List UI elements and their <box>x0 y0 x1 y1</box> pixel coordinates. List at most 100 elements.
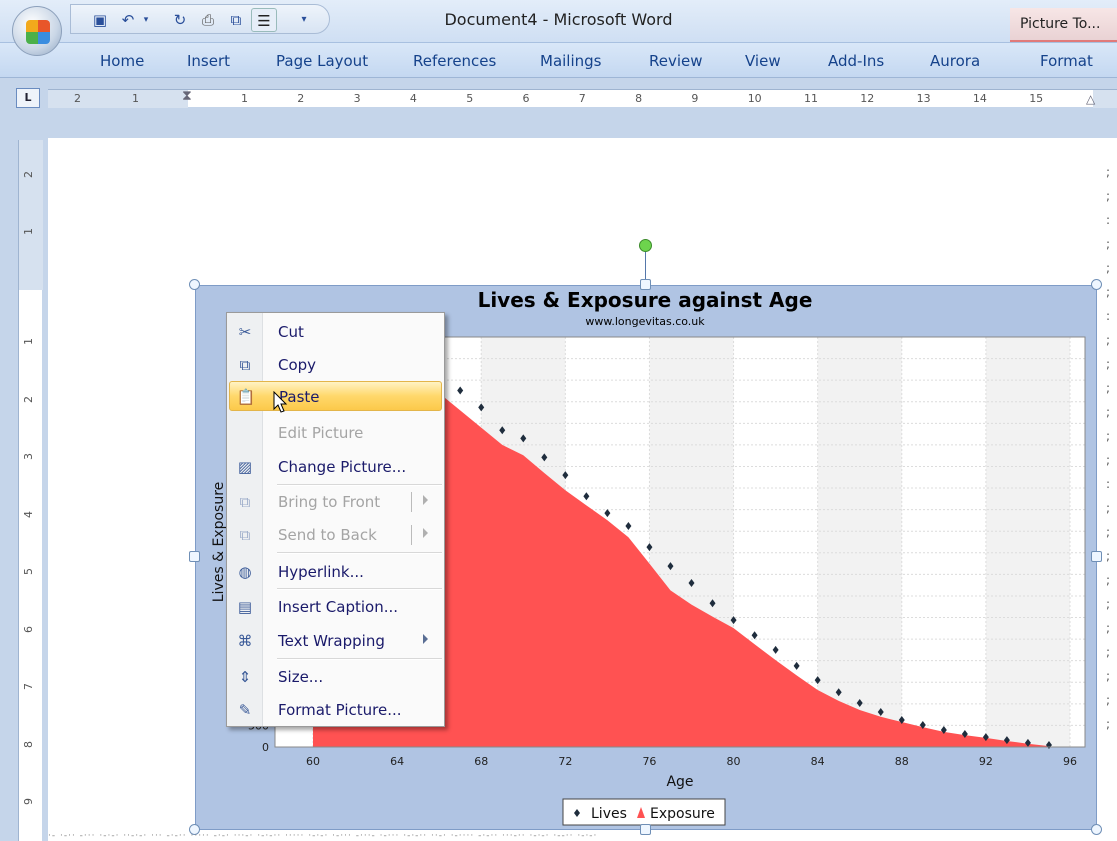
x-tick-label: 60 <box>306 755 320 768</box>
indent-marker-icon[interactable]: ⧗ <box>182 88 192 104</box>
format-picture-icon: ✎ <box>238 701 252 719</box>
size-icon: ⇕ <box>238 668 252 686</box>
picture-tools-contextual-tab[interactable]: Picture To... <box>1010 8 1117 42</box>
resize-handle-right[interactable] <box>1091 551 1102 562</box>
mouse-cursor-icon <box>273 391 288 413</box>
tab-view[interactable]: View <box>745 52 781 70</box>
tab-insert[interactable]: Insert <box>187 52 230 70</box>
menu-item-format-picture[interactable]: ✎ Format Picture... <box>229 695 442 725</box>
tab-references[interactable]: References <box>413 52 496 70</box>
x-tick-label: 80 <box>727 755 741 768</box>
bring-to-front-icon: ⧉ <box>239 493 251 511</box>
text-wrapping-icon: ⌘ <box>237 632 253 650</box>
paste-icon: 📋 <box>236 388 256 406</box>
menu-item-hyperlink[interactable]: ◍ Hyperlink... <box>229 557 442 587</box>
resize-handle-left[interactable] <box>189 551 200 562</box>
menu-item-label: Format Picture... <box>278 701 402 719</box>
menu-item-label: Hyperlink... <box>278 563 364 581</box>
ruler-number: 11 <box>804 92 818 105</box>
ribbon-tabs: Home Insert Page Layout References Maili… <box>0 42 1117 78</box>
x-tick-label: 84 <box>811 755 825 768</box>
ruler-number: 8 <box>22 740 35 748</box>
tab-review[interactable]: Review <box>649 52 703 70</box>
ruler-number: 2 <box>22 171 35 178</box>
menu-item-label: Bring to Front <box>278 493 381 511</box>
menu-separator <box>277 588 442 590</box>
tab-home[interactable]: Home <box>100 52 144 70</box>
ruler-number: 1 <box>132 92 139 105</box>
submenu-arrow-icon <box>423 528 428 538</box>
plot-band <box>817 337 902 747</box>
ruler-number: 1 <box>22 338 35 345</box>
horizontal-ruler[interactable]: 2 1 1 2 3 4 5 6 7 8 9 10 11 12 13 14 15 ⧗ △ <box>48 88 1117 108</box>
menu-item-copy[interactable]: ⧉ Copy <box>229 350 442 380</box>
chart-title: Lives & Exposure against Age <box>478 288 813 312</box>
menu-item-label: Text Wrapping <box>278 632 385 650</box>
window-title: Document4 - Microsoft Word <box>444 10 673 29</box>
resize-handle-top[interactable] <box>640 279 651 290</box>
ruler-number: 2 <box>22 395 35 403</box>
vertical-ruler[interactable]: 2 1 1 2 3 4 5 6 7 8 9 <box>18 140 43 841</box>
resize-handle-top-left[interactable] <box>189 279 200 290</box>
rotation-connector <box>645 252 646 282</box>
menu-item-cut[interactable]: ✂ Cut <box>229 317 442 347</box>
copy-icon: ⧉ <box>239 356 251 374</box>
tab-selector-button[interactable]: L <box>16 88 40 108</box>
x-tick-label: 72 <box>558 755 572 768</box>
ruler-number: 7 <box>22 683 35 690</box>
menu-item-change-picture[interactable]: ▨ Change Picture... <box>229 452 442 482</box>
menu-item-insert-caption[interactable]: ▤ Insert Caption... <box>229 592 442 622</box>
tab-format[interactable]: Format <box>1040 52 1093 70</box>
ruler-number: 6 <box>522 92 530 105</box>
resize-handle-top-right[interactable] <box>1091 279 1102 290</box>
x-tick-label: 76 <box>642 755 656 768</box>
x-tick-label: 96 <box>1063 755 1077 768</box>
y-axis-label: Lives & Exposure <box>211 482 227 603</box>
menu-item-label: Copy <box>278 356 317 374</box>
tab-add-ins[interactable]: Add-Ins <box>828 52 884 70</box>
clipped-document-text: ·- ·-·· -··· ·-·-· ··-·-· ··· -·-·· ····… <box>48 831 598 841</box>
x-tick-label: 88 <box>895 755 909 768</box>
menu-item-send-to-back[interactable]: ⧉ Send to Back <box>229 520 442 550</box>
ruler-number: 12 <box>860 92 875 105</box>
chart-subtitle: www.longevitas.co.uk <box>585 315 705 328</box>
x-tick-label: 92 <box>979 755 993 768</box>
menu-item-label: Cut <box>278 323 304 341</box>
rotate-handle[interactable] <box>639 239 652 252</box>
x-axis-label: Age <box>666 774 693 790</box>
menu-item-bring-to-front[interactable]: ⧉ Bring to Front <box>229 487 442 517</box>
menu-item-edit-picture[interactable]: Edit Picture <box>229 418 442 448</box>
ruler-number: 1 <box>241 92 248 105</box>
tab-page-layout[interactable]: Page Layout <box>276 52 368 70</box>
ruler-number: 4 <box>22 510 35 518</box>
menu-item-text-wrapping[interactable]: ⌘ Text Wrapping <box>229 626 442 656</box>
menu-separator <box>277 658 442 660</box>
submenu-arrow-icon <box>423 634 428 644</box>
menu-item-label: Size... <box>278 668 324 686</box>
menu-separator <box>277 484 442 486</box>
menu-item-paste[interactable]: 📋 Paste <box>229 381 442 411</box>
legend-exposure-label: Exposure <box>650 806 715 822</box>
legend: Lives Exposure <box>562 798 726 826</box>
menu-item-size[interactable]: ⇕ Size... <box>229 662 442 692</box>
menu-separator <box>277 552 442 554</box>
tab-mailings[interactable]: Mailings <box>540 52 601 70</box>
clipped-document-text: ; ; : ; ; ; : ; ; ; ; ; ; : ; ; ; ; ; ; … <box>1106 165 1111 731</box>
ruler-number: 8 <box>635 92 643 105</box>
ruler-number: 9 <box>22 798 35 805</box>
ruler-number: 2 <box>74 92 81 105</box>
office-button[interactable] <box>12 6 62 56</box>
tab-aurora[interactable]: Aurora <box>930 52 980 70</box>
menu-item-label: Send to Back <box>278 526 377 544</box>
menu-item-label: Edit Picture <box>278 424 364 442</box>
context-menu: ✂ Cut ⧉ Copy 📋 Paste Edit Picture ▨ Change Pictu… <box>226 312 445 727</box>
ruler-number: 2 <box>297 92 305 105</box>
hyperlink-globe-icon: ◍ <box>238 563 252 581</box>
ruler-number: 3 <box>22 453 35 460</box>
ruler-number: 10 <box>747 92 762 105</box>
ruler-number: 5 <box>22 568 35 575</box>
send-to-back-icon: ⧉ <box>239 526 251 544</box>
x-tick-label: 64 <box>390 755 404 768</box>
insert-caption-icon: ▤ <box>237 598 253 616</box>
right-indent-marker-icon[interactable]: △ <box>1086 92 1095 106</box>
